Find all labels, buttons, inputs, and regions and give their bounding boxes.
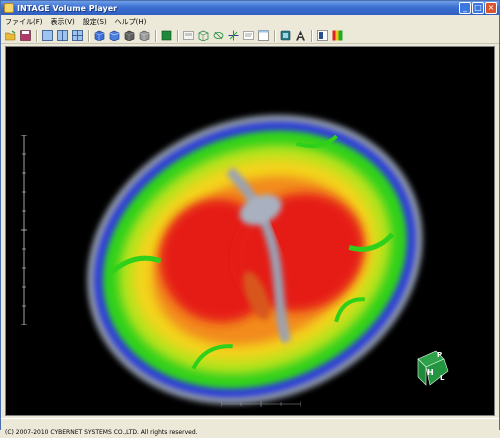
toolbar-separator bbox=[155, 29, 156, 42]
colormap-icon[interactable] bbox=[331, 29, 344, 42]
app-window: INTAGE Volume Player _ □ × ファイル(F) 表示(V)… bbox=[0, 0, 500, 436]
info-icon[interactable] bbox=[242, 29, 255, 42]
annotate-icon[interactable] bbox=[294, 29, 307, 42]
minimize-button[interactable]: _ bbox=[459, 2, 471, 14]
menu-bar: ファイル(F) 表示(V) 設定(S) ヘルプ(H) bbox=[1, 15, 499, 28]
window-controls: _ □ × bbox=[459, 2, 497, 14]
window-title: INTAGE Volume Player bbox=[17, 3, 118, 13]
box-3d-icon[interactable] bbox=[197, 29, 210, 42]
orientation-cube[interactable]: P H L bbox=[414, 345, 458, 389]
volume-render-viewport[interactable]: P H L bbox=[5, 46, 495, 416]
orientation-label-p: P bbox=[437, 351, 442, 359]
app-icon bbox=[4, 3, 14, 13]
menu-view[interactable]: 表示(V) bbox=[47, 17, 79, 27]
cube-blue-icon[interactable] bbox=[93, 29, 106, 42]
horizontal-scale-ruler bbox=[221, 401, 301, 407]
open-folder-icon[interactable] bbox=[4, 29, 17, 42]
vertical-scale-ruler bbox=[21, 135, 27, 325]
cube-gray-icon[interactable] bbox=[138, 29, 151, 42]
menu-file[interactable]: ファイル(F) bbox=[1, 17, 47, 27]
toolbar bbox=[1, 28, 499, 44]
menu-settings[interactable]: 設定(S) bbox=[79, 17, 111, 27]
image-display-icon[interactable] bbox=[182, 29, 195, 42]
cube-solid-icon[interactable] bbox=[108, 29, 121, 42]
quad-view-icon[interactable] bbox=[71, 29, 84, 42]
copyright-text: (C) 2007-2010 CYBERNET SYSTEMS CO.,LTD. … bbox=[5, 429, 198, 436]
cube-dark-icon[interactable] bbox=[123, 29, 136, 42]
toolbar-separator bbox=[177, 29, 178, 42]
transform-3d-icon[interactable] bbox=[212, 29, 225, 42]
toolbar-separator bbox=[36, 29, 37, 42]
render-green-icon[interactable] bbox=[160, 29, 173, 42]
orientation-label-h: H bbox=[427, 368, 434, 377]
toolbar-separator bbox=[88, 29, 89, 42]
window-icon[interactable] bbox=[257, 29, 270, 42]
axes-icon[interactable] bbox=[227, 29, 240, 42]
export-icon[interactable] bbox=[279, 29, 292, 42]
panel-icon[interactable] bbox=[316, 29, 329, 42]
dual-view-icon[interactable] bbox=[56, 29, 69, 42]
maximize-button[interactable]: □ bbox=[472, 2, 484, 14]
save-icon[interactable] bbox=[19, 29, 32, 42]
single-view-icon[interactable] bbox=[41, 29, 54, 42]
status-bar: (C) 2007-2010 CYBERNET SYSTEMS CO.,LTD. … bbox=[1, 418, 499, 436]
menu-help[interactable]: ヘルプ(H) bbox=[111, 17, 151, 27]
close-button[interactable]: × bbox=[485, 2, 497, 14]
orientation-label-l: L bbox=[440, 374, 445, 382]
title-bar[interactable]: INTAGE Volume Player _ □ × bbox=[1, 1, 499, 15]
toolbar-separator bbox=[311, 29, 312, 42]
toolbar-separator bbox=[274, 29, 275, 42]
